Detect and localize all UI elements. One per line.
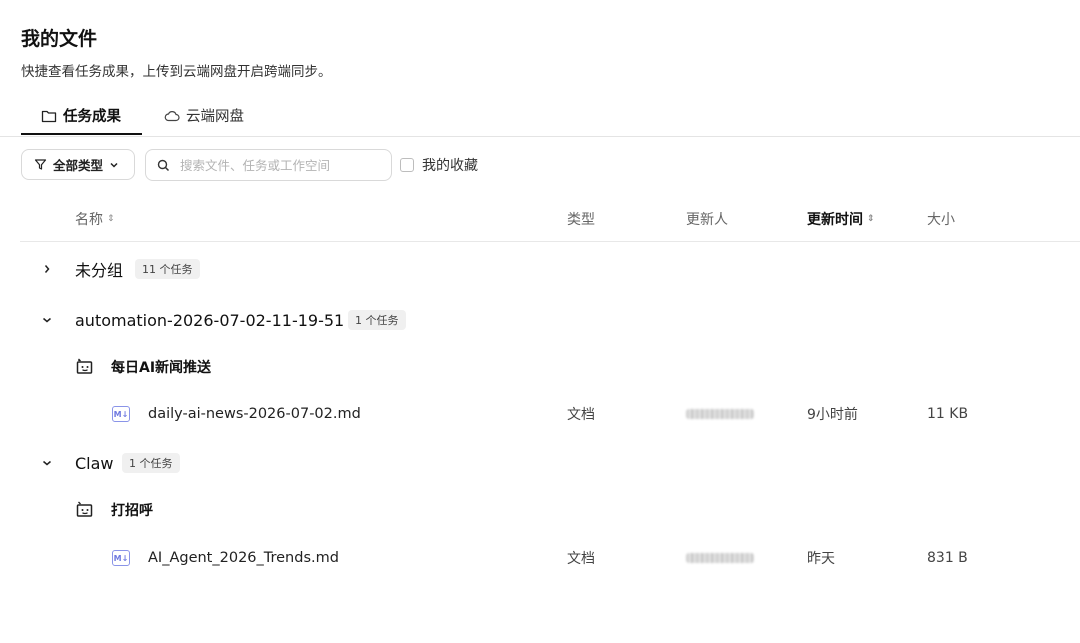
file-row[interactable]: M↓ AI_Agent_2026_Trends.md 文档 昨天 831 B — [0, 543, 1080, 573]
search-box — [145, 149, 392, 181]
chevron-down-icon[interactable] — [40, 313, 54, 327]
column-header-name[interactable]: 名称 ⇕ — [75, 209, 115, 229]
file-name[interactable]: daily-ai-news-2026-07-02.md — [148, 406, 361, 422]
column-label: 类型 — [567, 212, 595, 228]
type-filter-dropdown[interactable]: 全部类型 — [21, 149, 135, 180]
task-name: 每日AI新闻推送 — [111, 360, 212, 376]
folder-icon — [41, 110, 57, 122]
column-header-type: 类型 — [567, 209, 595, 229]
group-name: automation-2026-07-02-11-19-51 — [75, 310, 345, 330]
task-bot-icon — [76, 501, 93, 517]
file-size: 831 B — [927, 550, 968, 566]
task-name: 打招呼 — [111, 503, 153, 519]
page-subtitle: 快捷查看任务成果，上传到云端网盘开启跨端同步。 — [21, 64, 332, 80]
task-row[interactable]: 打招呼 — [0, 495, 1080, 525]
task-bot-icon — [76, 358, 93, 374]
group-row[interactable]: automation-2026-07-02-11-19-51 1 个任务 — [0, 305, 1080, 335]
file-size: 11 KB — [927, 406, 969, 422]
file-updated-time: 9小时前 — [807, 407, 858, 423]
favorites-label: 我的收藏 — [422, 158, 478, 174]
active-tab-indicator — [21, 133, 142, 135]
file-type: 文档 — [567, 551, 595, 567]
file-type: 文档 — [567, 407, 595, 423]
markdown-file-icon: M↓ — [112, 550, 130, 566]
filter-label: 全部类型 — [53, 158, 104, 173]
filter-icon — [34, 159, 47, 170]
column-label: 大小 — [927, 212, 955, 228]
sort-icon: ⇕ — [107, 213, 115, 224]
search-icon — [157, 159, 170, 171]
task-row[interactable]: 每日AI新闻推送 — [0, 352, 1080, 382]
column-label: 更新人 — [686, 212, 728, 228]
table-header: 名称 ⇕ 类型 更新人 更新时间 ⇕ 大小 — [20, 194, 1080, 242]
search-input[interactable] — [178, 156, 382, 174]
updater-avatar-blurred — [686, 409, 754, 419]
tab-cloud-drive[interactable]: 云端网盘 — [164, 96, 244, 135]
group-row[interactable]: 未分组 11 个任务 — [0, 254, 1080, 284]
favorites-filter[interactable]: 我的收藏 — [400, 155, 478, 175]
file-name[interactable]: AI_Agent_2026_Trends.md — [148, 550, 339, 566]
tab-label: 任务成果 — [63, 109, 121, 125]
group-row[interactable]: Claw 1 个任务 — [0, 448, 1080, 478]
group-name: Claw — [75, 453, 114, 473]
column-header-updater: 更新人 — [686, 209, 728, 229]
task-count-badge: 1 个任务 — [348, 310, 406, 330]
markdown-file-icon: M↓ — [112, 406, 130, 422]
task-count-badge: 11 个任务 — [135, 259, 200, 279]
column-header-size: 大小 — [927, 209, 955, 229]
tab-task-results[interactable]: 任务成果 — [41, 96, 121, 135]
chevron-down-icon — [110, 162, 118, 168]
sort-icon: ⇕ — [867, 213, 875, 224]
column-header-updated-time[interactable]: 更新时间 ⇕ — [807, 209, 875, 229]
tab-bar: 任务成果 云端网盘 — [0, 96, 1080, 137]
updater-avatar-blurred — [686, 553, 754, 563]
cloud-icon — [164, 110, 180, 121]
chevron-down-icon[interactable] — [40, 456, 54, 470]
favorites-checkbox[interactable] — [400, 158, 414, 172]
chevron-right-icon[interactable] — [40, 262, 54, 276]
column-label: 名称 — [75, 212, 103, 228]
column-label: 更新时间 — [807, 212, 863, 228]
tab-label: 云端网盘 — [186, 109, 244, 125]
task-count-badge: 1 个任务 — [122, 453, 180, 473]
file-row[interactable]: M↓ daily-ai-news-2026-07-02.md 文档 9小时前 1… — [0, 399, 1080, 429]
group-name: 未分组 — [75, 261, 124, 280]
page-title: 我的文件 — [21, 28, 98, 50]
file-updated-time: 昨天 — [807, 551, 835, 567]
